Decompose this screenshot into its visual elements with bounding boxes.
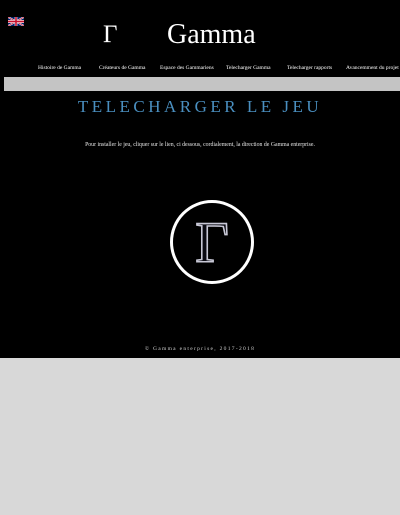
nav-item-telecharger-rapports[interactable]: Telecharger rapports bbox=[287, 61, 332, 75]
brand-name: Gamma bbox=[167, 19, 256, 50]
page-title: TELECHARGER LE JEU bbox=[77, 97, 323, 116]
main-nav: Histoire de Gamma Créateurs de Gamma Esp… bbox=[28, 61, 400, 75]
brand-symbol: Γ bbox=[103, 21, 118, 48]
gamma-logo-icon[interactable]: Γ bbox=[169, 199, 255, 285]
intro-text: Pour installer le jeu, cliquer sur le li… bbox=[85, 142, 315, 148]
nav-item-createurs[interactable]: Créateurs de Gamma bbox=[99, 61, 145, 75]
nav-item-telecharger-gamma[interactable]: Telecharger Gamma bbox=[226, 61, 271, 75]
nav-item-espace[interactable]: Espace des Gammariens bbox=[160, 61, 214, 75]
site-container: Γ Gamma Histoire de Gamma Créateurs de G… bbox=[0, 0, 400, 358]
nav-item-histoire[interactable]: Histoire de Gamma bbox=[38, 61, 81, 75]
download-logo-symbol: Γ bbox=[195, 210, 229, 275]
footer-copyright: © Gamma enterprise, 2017-2018 bbox=[144, 346, 256, 352]
nav-item-avancement[interactable]: Avancemment du projet bbox=[346, 61, 399, 75]
header-band bbox=[4, 77, 400, 91]
uk-flag-icon[interactable] bbox=[8, 17, 24, 26]
